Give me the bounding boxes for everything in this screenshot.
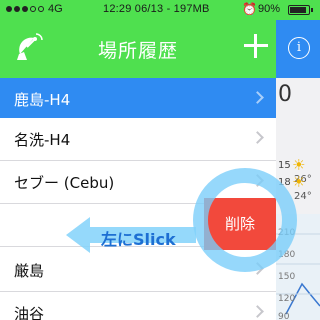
list-item-label: 厳島 (14, 262, 45, 280)
list-item-label: 名洗-H4 (14, 131, 71, 149)
chevron-right-icon (251, 91, 264, 104)
add-location-button[interactable] (244, 34, 268, 58)
sun-icon: ☀ (292, 156, 306, 174)
tap-highlight-ring (193, 168, 297, 272)
status-time: 12:29 06/13 - 197MB (103, 3, 210, 15)
alarm-clock-icon: ⏰ (242, 2, 257, 16)
network-type: 4G (48, 3, 63, 15)
background-digit: 0 (278, 82, 292, 107)
list-item-label: セブー (Cebu) (14, 174, 115, 192)
background-header: i (276, 20, 320, 78)
list-item[interactable]: 油谷 (0, 292, 276, 320)
list-item-label: 鹿島-H4 (14, 91, 71, 109)
chevron-right-icon (251, 305, 264, 318)
list-item-label: 油谷 (14, 305, 45, 320)
chart-tick: 150 (278, 272, 296, 282)
list-item[interactable]: 名洗-H4 (0, 118, 276, 161)
battery-percent: 90% (258, 3, 281, 15)
weather-row: 15 ☀ 26° (278, 156, 312, 185)
background-panel: i 0 15 ☀ 26° 18 ☀ 24° 210 180 150 120 90 (276, 20, 320, 320)
navigation-bar: 場所履歴 (0, 20, 276, 78)
swipe-hint-text: 左にSlick (101, 230, 176, 249)
chart-tick: 90 (278, 312, 290, 320)
list-item[interactable]: 鹿島-H4 (0, 78, 276, 121)
signal-strength-icon (6, 6, 44, 12)
chart-tick: 120 (278, 294, 296, 304)
chevron-right-icon (251, 131, 264, 144)
battery-icon (288, 5, 313, 15)
page-title: 場所履歴 (97, 40, 178, 62)
info-icon[interactable]: i (288, 37, 310, 59)
sun-icon: ☀ (292, 173, 306, 191)
status-bar: 4G 12:29 06/13 - 197MB ⏰ 90% (0, 0, 320, 20)
